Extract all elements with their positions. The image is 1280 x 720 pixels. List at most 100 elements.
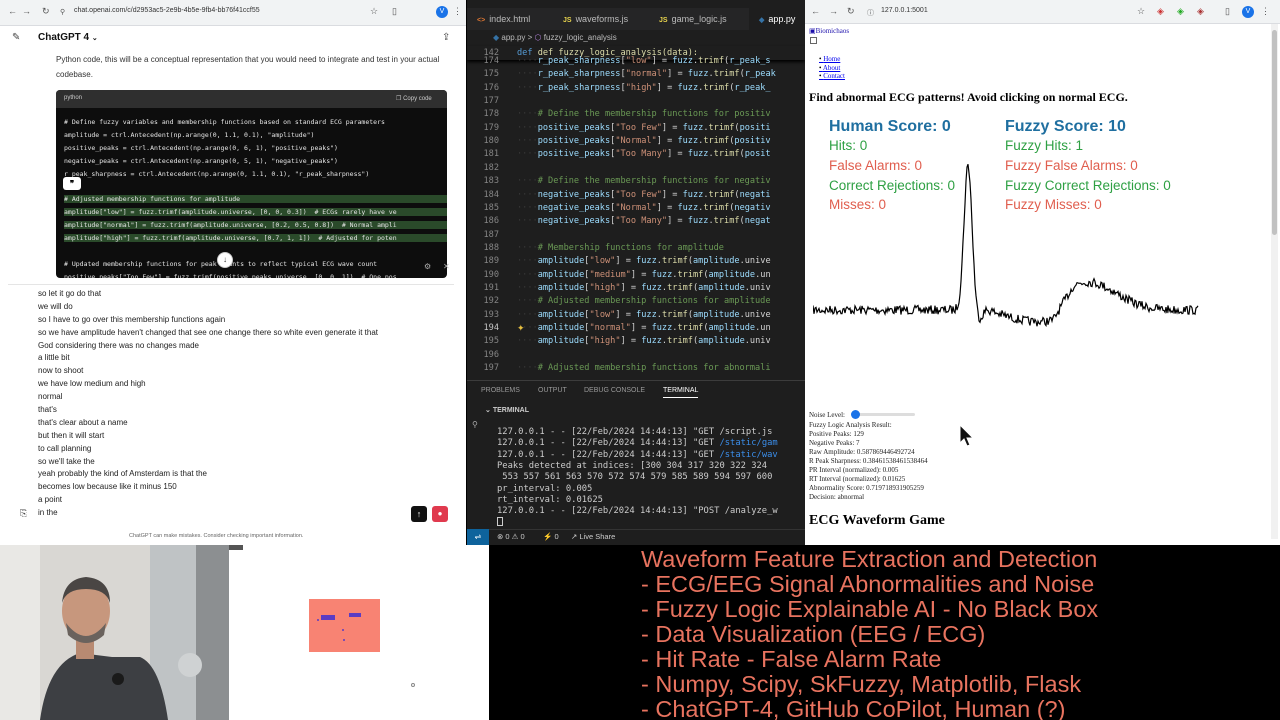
paperclip-icon[interactable]: ⎘	[20, 508, 27, 519]
code-line[interactable]: 196	[467, 349, 805, 362]
code-line[interactable]: 193 ····amplitude["low"] = fuzz.trimf(amp…	[467, 309, 805, 322]
status-live-share[interactable]: ↗ Live Share	[571, 532, 615, 541]
tab-app-py[interactable]: ◆ app.py	[749, 8, 805, 30]
code-text: amplitude["low"] = fuzz.trimf(amplitude.…	[537, 309, 771, 320]
new-chat-icon[interactable]: ✎	[12, 32, 20, 43]
code-line[interactable]: 183 ····# Define the membership functions…	[467, 175, 805, 188]
kebab-menu-icon[interactable]: ⋮	[1261, 6, 1270, 17]
sidepanel-icon[interactable]: ▯	[1225, 6, 1230, 17]
site-info-icon[interactable]: ⓘ	[867, 8, 874, 18]
profile-avatar[interactable]: V	[436, 6, 448, 18]
back-icon[interactable]: ←	[8, 6, 17, 16]
mute-icon[interactable]: ✕	[443, 262, 450, 271]
human-correct-rejections: Correct Rejections: 0	[829, 177, 956, 193]
input-text-line: so we'll take the	[38, 456, 95, 466]
nav-home-link[interactable]: Home	[819, 55, 845, 64]
code-line[interactable]: 188 ····# Membership functions for amplit…	[467, 242, 805, 255]
fuzzy-false-alarms: Fuzzy False Alarms: 0	[1005, 157, 1138, 173]
tab-waveforms-js[interactable]: JS waveforms.js	[553, 8, 645, 30]
code-line[interactable]: 185 ····negative_peaks["Normal"] = fuzz.t…	[467, 202, 805, 215]
code-line[interactable]: 177	[467, 95, 805, 108]
game-address-bar[interactable]: 127.0.0.1:5001	[881, 7, 928, 14]
remote-indicator[interactable]: ⇌	[467, 529, 489, 545]
reload-icon[interactable]: ↻	[847, 6, 855, 17]
input-text-line: a little bit	[38, 353, 70, 363]
status-errors[interactable]: ⊗ 0 ⚠ 0	[497, 532, 525, 541]
input-text-line: God considering there was no changes mad…	[38, 340, 199, 350]
menu-toggle-checkbox[interactable]	[810, 37, 817, 44]
code-line[interactable]: 192 ····# Adjusted membership functions f…	[467, 295, 805, 308]
code-line[interactable]: 187	[467, 229, 805, 242]
overlay-line: - Fuzzy Logic Explainable AI - No Black …	[641, 596, 1099, 622]
extension-icon[interactable]: ◈	[1157, 6, 1164, 17]
code-line[interactable]: 189 ····amplitude["low"] = fuzz.trimf(amp…	[467, 255, 805, 268]
nav-about-link[interactable]: About	[819, 64, 845, 73]
reload-icon[interactable]: ↻	[42, 6, 50, 17]
share-icon[interactable]: ⇪	[442, 32, 450, 43]
profile-avatar[interactable]: V	[1242, 6, 1254, 18]
tab-index-html[interactable]: <> index.html	[467, 8, 551, 30]
tab-problems[interactable]: PROBLEMS	[481, 387, 520, 394]
code-line: amplitude = ctrl.Antecedent(np.arange(0,…	[64, 130, 315, 139]
input-text-line: we will do	[38, 301, 73, 311]
copy-code-button[interactable]: ❐ Copy code	[396, 95, 432, 102]
code-line[interactable]: 184 ····negative_peaks["Too Few"] = fuzz.…	[467, 189, 805, 202]
code-line: amplitude["normal"] = fuzz.trimf(amplitu…	[64, 221, 447, 230]
tab-debug-console[interactable]: DEBUG CONSOLE	[584, 387, 645, 394]
settings-icon[interactable]: ⚙	[424, 262, 431, 271]
extension-icon[interactable]: ◈	[1197, 6, 1204, 17]
site-info-icon[interactable]: ⚲	[60, 8, 65, 16]
logo-image[interactable]: ▣Biomichaos	[809, 27, 849, 35]
code-line[interactable]: 178 ····# Define the membership functions…	[467, 108, 805, 121]
scrollbar-thumb[interactable]	[1272, 30, 1277, 235]
code-line[interactable]: 190 ····amplitude["medium"] = fuzz.trimf(…	[467, 269, 805, 282]
terminal-section-header[interactable]: ⌄ TERMINAL	[485, 406, 529, 414]
code-line[interactable]: 180 ····positive_peaks["Normal"] = fuzz.t…	[467, 135, 805, 148]
code-line[interactable]: 176 ····r_peak_sharpness["high"] = fuzz.t…	[467, 82, 805, 95]
analysis-result-line: Raw Amplitude: 0.587869446492724	[809, 448, 915, 456]
nav-contact-link[interactable]: Contact	[819, 72, 845, 81]
tab-output[interactable]: OUTPUT	[538, 387, 567, 394]
dot-marker	[411, 683, 415, 687]
code-line[interactable]: 181 ····positive_peaks["Too Many"] = fuzz…	[467, 148, 805, 161]
scroll-down-button[interactable]: ↓	[217, 252, 233, 268]
noise-slider-thumb[interactable]	[851, 410, 860, 419]
bookmark-star-icon[interactable]: ☆	[370, 6, 378, 17]
debug-icon[interactable]: ⚲	[472, 420, 478, 429]
copilot-sparkle-icon[interactable]: ✦	[517, 323, 525, 334]
code-line: # Define fuzzy variables and membership …	[64, 118, 385, 126]
preview-edge	[229, 545, 243, 550]
back-icon[interactable]: ←	[811, 6, 820, 16]
code-line[interactable]: 175 ····r_peak_sharpness["normal"] = fuzz…	[467, 68, 805, 81]
status-ports[interactable]: ⚡ 0	[543, 532, 559, 541]
code-line[interactable]: 191 ····amplitude["high"] = fuzz.trimf(am…	[467, 282, 805, 295]
code-line[interactable]: 174 ····r_peak_sharpness["low"] = fuzz.tr…	[467, 55, 805, 68]
bookmark-star-icon[interactable]: ☆	[1137, 6, 1145, 17]
line-number: 177	[483, 96, 499, 107]
send-button[interactable]: ↑	[411, 506, 427, 522]
quote-icon[interactable]: ❞	[63, 177, 81, 190]
noise-level-slider[interactable]	[853, 413, 915, 416]
model-selector[interactable]: ChatGPT 4 ⌄	[38, 32, 98, 43]
code-line[interactable]: 182	[467, 162, 805, 175]
code-line[interactable]: 195 ····amplitude["high"] = fuzz.trimf(am…	[467, 335, 805, 348]
tab-terminal[interactable]: TERMINAL	[663, 387, 699, 398]
breadcrumb[interactable]: ◆ app.py > ⬡ fuzzy_logic_analysis	[493, 33, 617, 42]
forward-icon[interactable]: →	[22, 6, 31, 16]
code-line[interactable]: 179 ····positive_peaks["Too Few"] = fuzz.…	[467, 122, 805, 135]
chat-address-bar[interactable]: chat.openai.com/c/d2953ac5-2e9b-4b5e-9fb…	[74, 7, 260, 14]
analysis-result-line: PR Interval (normalized): 0.005	[809, 466, 899, 474]
input-text-line: in the	[38, 508, 58, 518]
tab-game-logic-js[interactable]: JS game_logic.js	[649, 8, 745, 30]
code-text: # Adjusted membership functions for abno…	[537, 363, 771, 374]
line-number: 192	[483, 296, 499, 307]
kebab-menu-icon[interactable]: ⋮	[453, 6, 462, 17]
extension-icon[interactable]: ◈	[1177, 6, 1184, 17]
message-input-text[interactable]: so let it go do that we will do so I have …	[38, 288, 438, 520]
forward-icon[interactable]: →	[829, 6, 838, 16]
fuzzy-correct-rejections: Fuzzy Correct Rejections: 0	[1005, 177, 1171, 193]
code-line[interactable]: 186 ····negative_peaks["Too Many"] = fuzz…	[467, 215, 805, 228]
sidepanel-icon[interactable]: ▯	[392, 6, 397, 17]
microphone-button[interactable]: ●	[432, 506, 448, 522]
code-line[interactable]: 197 ····# Adjusted membership functions f…	[467, 362, 805, 375]
